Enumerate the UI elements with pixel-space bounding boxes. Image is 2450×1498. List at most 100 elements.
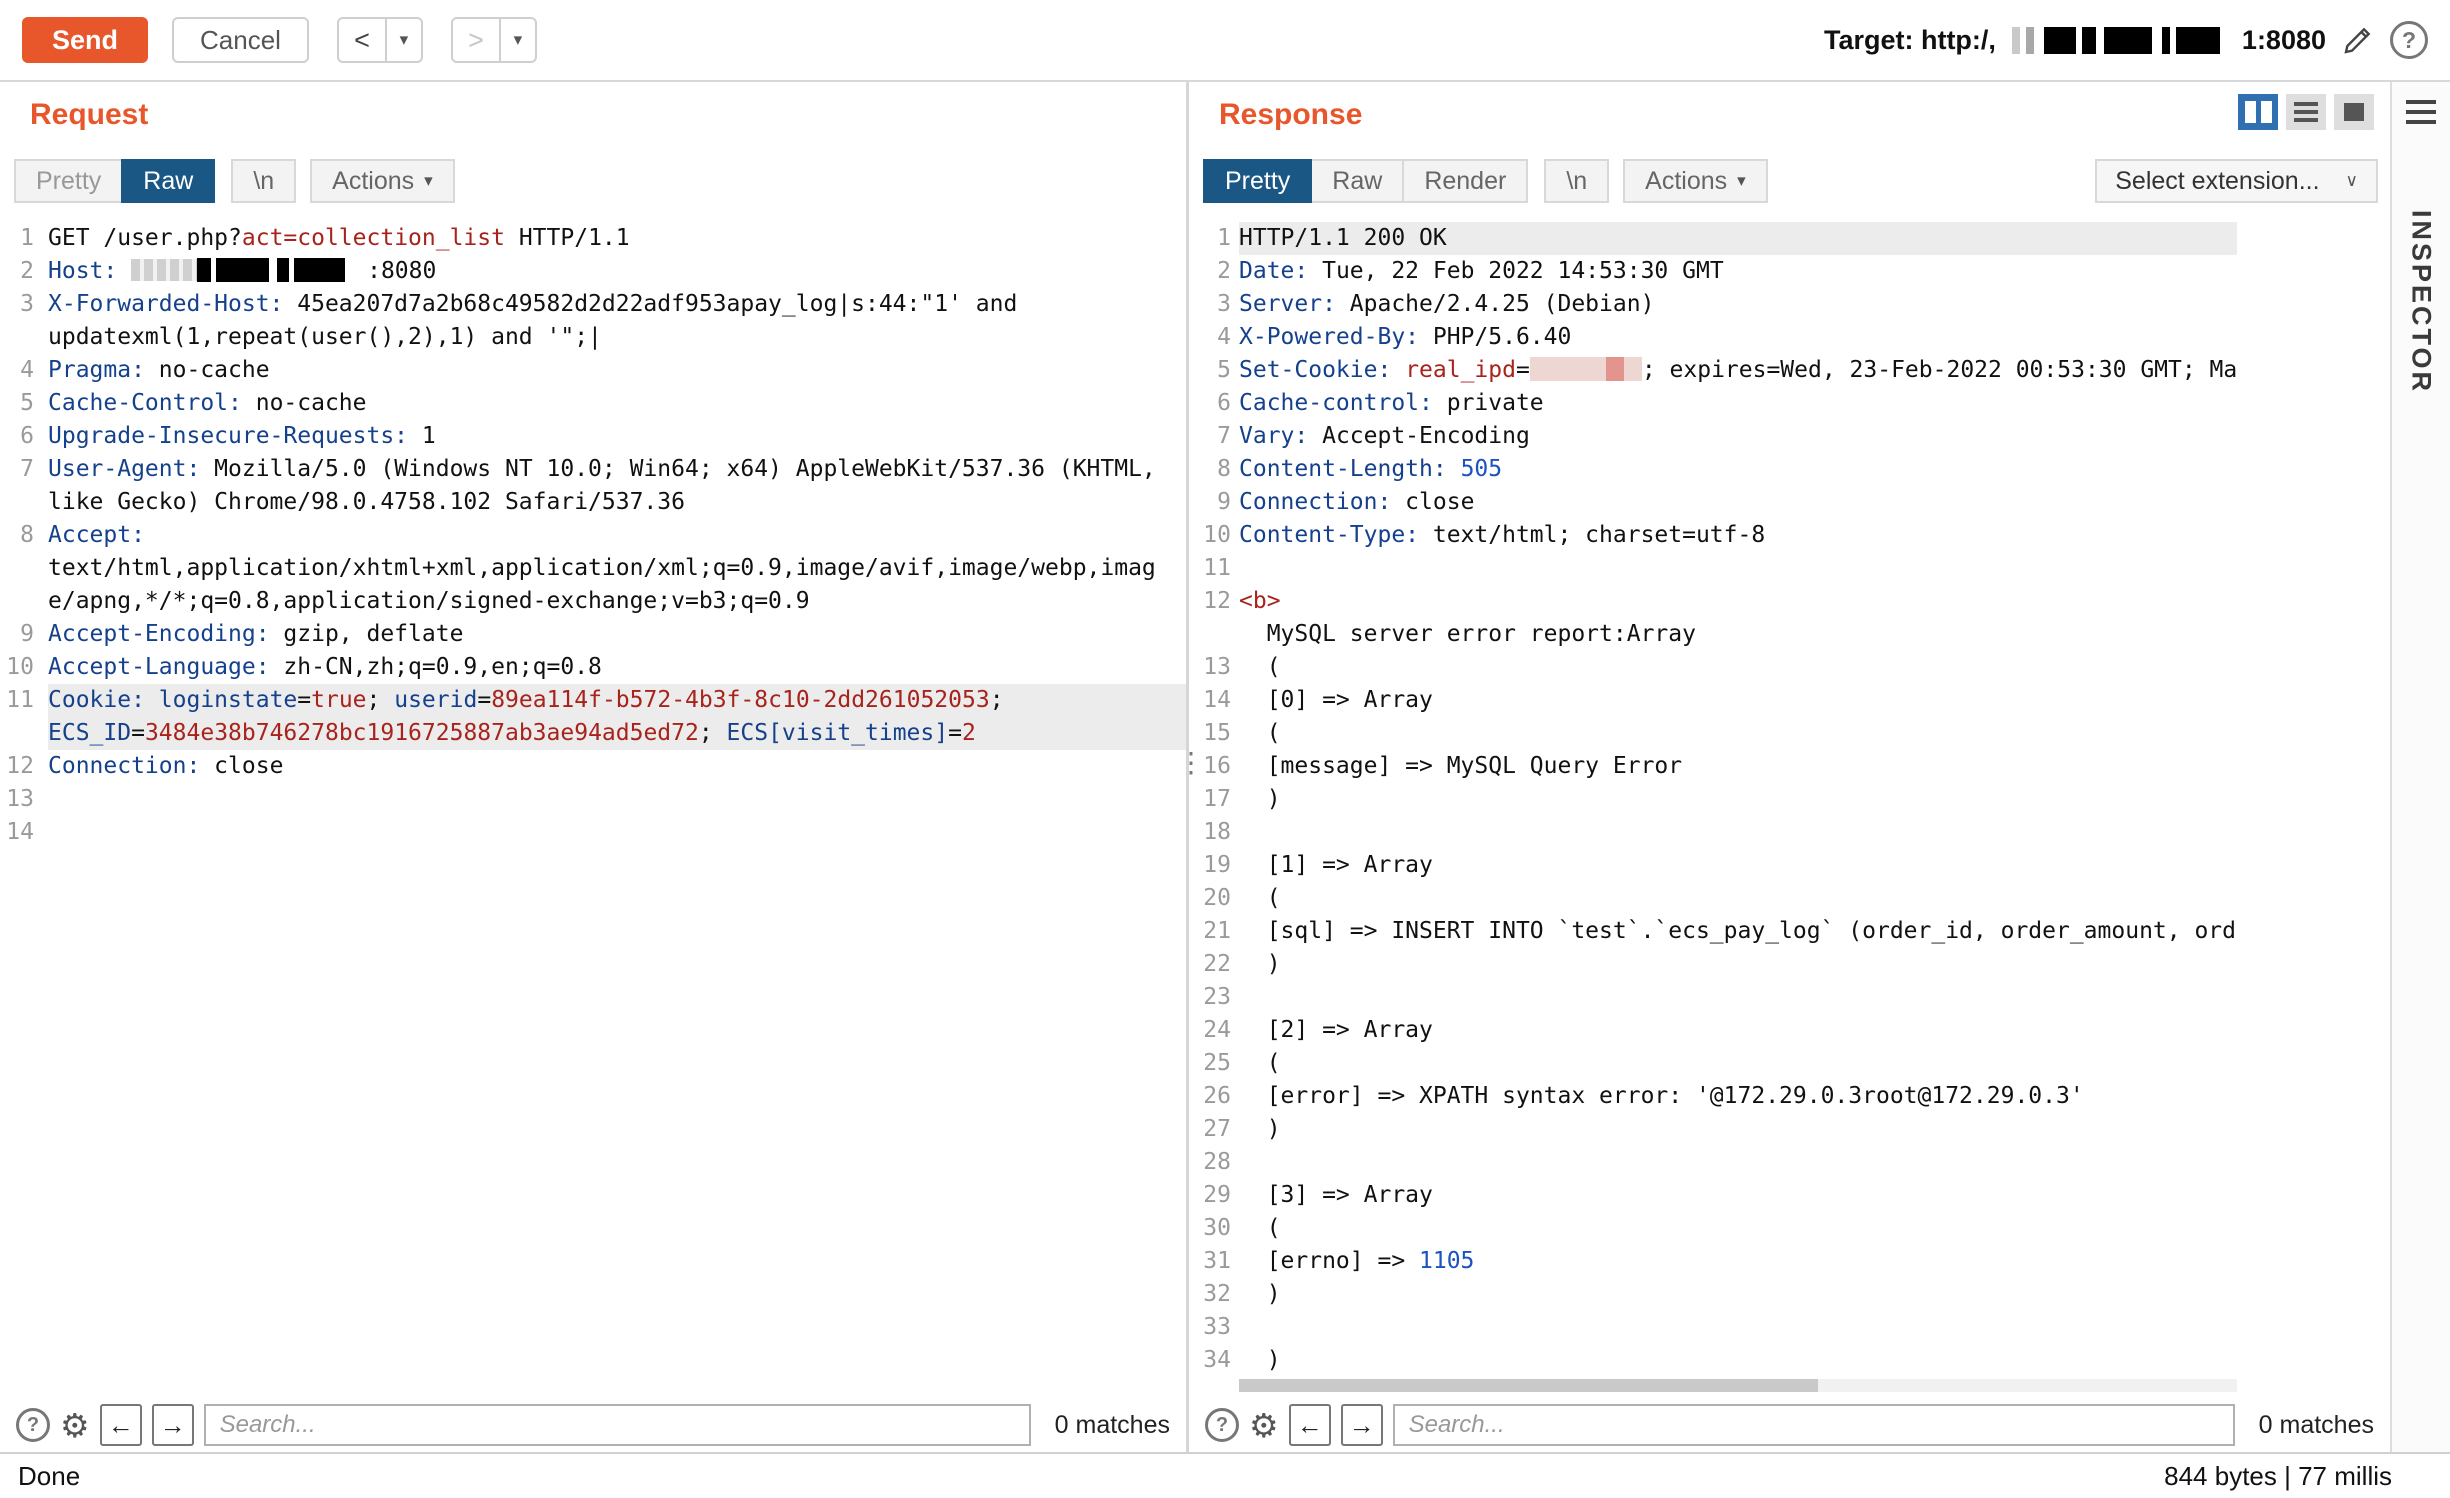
edit-target-pencil-icon[interactable]: [2342, 24, 2374, 56]
line-number: 31: [1189, 1245, 1231, 1278]
cancel-button[interactable]: Cancel: [172, 17, 309, 63]
search-settings-gear-icon[interactable]: ⚙: [1249, 1409, 1279, 1442]
code-segment: ECS_ID: [48, 720, 131, 746]
select-extension-label: Select extension...: [2115, 167, 2319, 196]
divider-drag-handle[interactable]: ⋮: [1177, 746, 1205, 779]
code-segment: X-Powered-By:: [1239, 324, 1419, 350]
line-number: 1: [1189, 222, 1231, 255]
line-text: (: [1239, 1047, 2237, 1080]
code-line: 2Date: Tue, 22 Feb 2022 14:53:30 GMT: [1189, 255, 2237, 288]
tab-response-raw[interactable]: Raw: [1310, 159, 1404, 203]
request-search-bar: ? ⚙ ← → 0 matches: [0, 1398, 1186, 1452]
code-segment: no-cache: [242, 390, 367, 416]
status-text: Done: [18, 1461, 80, 1492]
forward-button[interactable]: >: [453, 19, 501, 61]
code-segment: [error] => XPATH syntax error: '@172.29.…: [1239, 1083, 2084, 1109]
next-match-button[interactable]: →: [152, 1404, 194, 1446]
code-segment: Cookie:: [48, 687, 145, 713]
tab-request-raw[interactable]: Raw: [121, 159, 215, 203]
tab-response-newline[interactable]: \n: [1544, 159, 1609, 203]
columns-layout-icon[interactable]: [2238, 94, 2278, 130]
send-button[interactable]: Send: [22, 17, 148, 63]
tab-response-pretty[interactable]: Pretty: [1203, 159, 1312, 203]
code-segment: Cache-control:: [1239, 390, 1433, 416]
response-title: Response: [1219, 98, 1362, 132]
request-editor[interactable]: 1GET /user.php?act=collection_list HTTP/…: [0, 216, 1186, 1398]
code-segment: HTTP/1.1 200 OK: [1239, 225, 1447, 251]
code-segment: (: [1239, 654, 1281, 680]
code-segment: ; expires=Wed, 23-Feb-2022 00:53:30 GMT;…: [1642, 357, 2237, 383]
history-forward-split-button[interactable]: > ▾: [451, 17, 537, 63]
code-segment: [sql] => INSERT INTO `test`.`ecs_pay_log…: [1239, 918, 2237, 944]
rows-layout-icon[interactable]: [2286, 94, 2326, 130]
tab-response-render[interactable]: Render: [1402, 159, 1528, 203]
request-search-input[interactable]: [204, 1404, 1031, 1446]
request-actions-button[interactable]: Actions ▾: [310, 159, 455, 203]
chevron-down-icon: ∨: [2346, 171, 2358, 191]
response-search-input[interactable]: [1393, 1404, 2235, 1446]
line-number: 3: [0, 288, 34, 354]
line-text: [48, 783, 1186, 816]
line-number: 11: [0, 684, 34, 750]
code-segment: 2: [962, 720, 976, 746]
code-segment: [errno] =>: [1239, 1248, 1419, 1274]
response-editor[interactable]: 1 HTTP/1.1 200 OK 2Date: Tue, 22 Feb 2022 …: [1189, 216, 2390, 1398]
code-line: 16 [message] => MySQL Query Error: [1189, 750, 2237, 783]
code-segment: act=collection_list: [242, 225, 505, 251]
code-segment: close: [200, 753, 283, 779]
search-help-icon[interactable]: ?: [1205, 1408, 1239, 1442]
forward-dropdown-button[interactable]: ▾: [501, 19, 535, 61]
code-segment: (: [1239, 885, 1281, 911]
line-text: Content-Type: text/html; charset=utf-8: [1239, 519, 2237, 552]
code-line: 32 ): [1189, 1278, 2237, 1311]
search-help-icon[interactable]: ?: [16, 1408, 50, 1442]
line-number: 5: [0, 387, 34, 420]
code-line: 3X-Forwarded-Host: 45ea207d7a2b68c49582d…: [0, 288, 1186, 354]
line-number: 34: [1189, 1344, 1231, 1377]
code-line: 9Accept-Encoding: gzip, deflate: [0, 618, 1186, 651]
hamburger-menu-icon[interactable]: [2406, 100, 2436, 124]
response-panel: Response Pretty Raw Render \n Actions ▾ …: [1189, 82, 2390, 1452]
code-segment: GET /user.php?: [48, 225, 242, 251]
response-actions-button[interactable]: Actions ▾: [1623, 159, 1768, 203]
line-text: (: [1239, 1212, 2237, 1245]
response-tab-bar: Pretty Raw Render \n Actions ▾ Select ex…: [1203, 158, 2378, 204]
prev-match-button[interactable]: ←: [100, 1404, 142, 1446]
line-number: 19: [1189, 849, 1231, 882]
back-button[interactable]: <: [339, 19, 387, 61]
code-line: 12Connection: close: [0, 750, 1186, 783]
code-segment: Accept:: [48, 522, 145, 548]
line-text: [errno] => 1105: [1239, 1245, 2237, 1278]
code-segment: [3] => Array: [1239, 1182, 1433, 1208]
code-line: 13 (: [1189, 651, 2237, 684]
help-icon[interactable]: ?: [2390, 21, 2428, 59]
tab-request-newline[interactable]: \n: [231, 159, 296, 203]
code-segment: Cache-Control:: [48, 390, 242, 416]
line-number: 7: [1189, 420, 1231, 453]
inspector-panel-tab[interactable]: INSPECTOR: [2390, 82, 2450, 1452]
select-extension-dropdown[interactable]: Select extension... ∨: [2095, 159, 2378, 203]
request-title: Request: [30, 98, 148, 132]
code-segment: [message] => MySQL Query Error: [1239, 753, 1682, 779]
code-segment: =: [1516, 357, 1530, 383]
code-segment: Accept-Encoding: [1308, 423, 1530, 449]
line-text: Cookie: loginstate=true; userid=89ea114f…: [48, 684, 1186, 750]
next-match-button[interactable]: →: [1341, 1404, 1383, 1446]
line-text: Pragma: no-cache: [48, 354, 1186, 387]
prev-match-button[interactable]: ←: [1289, 1404, 1331, 1446]
code-segment: ;: [367, 687, 395, 713]
code-line: 3Server: Apache/2.4.25 (Debian): [1189, 288, 2237, 321]
code-segment: Connection:: [1239, 489, 1391, 515]
history-back-split-button[interactable]: < ▾: [337, 17, 423, 63]
code-segment: [117, 258, 131, 284]
tab-request-pretty[interactable]: Pretty: [14, 159, 123, 203]
horizontal-scrollbar[interactable]: [1239, 1379, 2237, 1392]
code-segment: 3484e38b746278bc1916725887ab3ae94ad5ed72: [145, 720, 699, 746]
line-text: Vary: Accept-Encoding: [1239, 420, 2237, 453]
scrollbar-thumb[interactable]: [1239, 1379, 1818, 1392]
search-settings-gear-icon[interactable]: ⚙: [60, 1409, 90, 1442]
back-dropdown-button[interactable]: ▾: [387, 19, 421, 61]
single-pane-layout-icon[interactable]: [2334, 94, 2374, 130]
line-number: 4: [0, 354, 34, 387]
line-text: Date: Tue, 22 Feb 2022 14:53:30 GMT: [1239, 255, 2237, 288]
